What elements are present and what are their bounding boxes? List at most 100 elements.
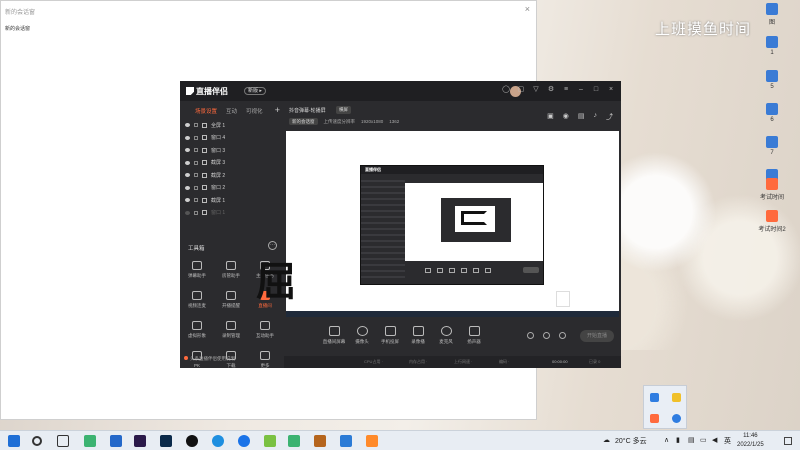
share-icon[interactable]: ⤴ (606, 112, 613, 122)
tool-room-admin[interactable]: 房管助手 (214, 261, 248, 279)
tool-video-link[interactable]: 视频连麦 (180, 291, 214, 309)
app-u-icon[interactable] (110, 435, 122, 447)
message-icon[interactable]: ◯ (502, 86, 510, 94)
eye-icon[interactable] (185, 185, 190, 190)
tool-record[interactable]: 录制管理 (214, 321, 248, 339)
lock-icon[interactable] (194, 173, 198, 178)
preview-canvas[interactable]: 屈 直播伴侣 (256, 131, 619, 317)
bell-icon[interactable]: ♪ (594, 112, 598, 122)
source-item[interactable]: 截屏 3 (180, 157, 284, 170)
shirt-icon[interactable]: ▽ (532, 86, 540, 94)
minimize-icon[interactable]: – (577, 86, 585, 94)
ime-indicator[interactable]: 英 (724, 436, 731, 446)
lock-icon[interactable] (194, 185, 198, 190)
desktop-icon-3[interactable]: 5 (759, 70, 785, 90)
scene-orientation-tag[interactable]: 横屏 (336, 106, 351, 114)
video-icon[interactable] (527, 332, 534, 339)
game-icon[interactable] (314, 435, 326, 447)
screen-capture-button[interactable]: 直播间屏幕 (320, 326, 348, 345)
gear-icon[interactable] (559, 332, 566, 339)
bag-icon[interactable]: ▤ (578, 112, 585, 122)
layout-icon[interactable]: ▣ (547, 112, 554, 122)
premiere-icon[interactable] (134, 435, 146, 447)
source-item[interactable]: 窗口 2 (180, 182, 284, 195)
eye-icon[interactable] (185, 135, 190, 140)
live-tray-icon[interactable] (650, 414, 659, 423)
source-item[interactable]: 窗口 3 (180, 144, 284, 157)
battery-icon[interactable]: ▮ (676, 436, 680, 444)
go-live-button[interactable]: 开始直播 (580, 330, 614, 342)
menu-icon[interactable]: ≡ (562, 86, 570, 94)
edge-icon[interactable] (212, 435, 224, 447)
tool-avatar[interactable]: 虚拟形象 (180, 321, 214, 339)
microphone-button[interactable]: 麦克风 (432, 326, 460, 345)
version-badge[interactable]: 新版 ▸ (244, 87, 266, 95)
lock-icon[interactable] (194, 160, 198, 165)
lock-icon[interactable] (194, 198, 198, 203)
source-item[interactable]: 窗口 4 (180, 132, 284, 145)
source-item[interactable]: 全屏 1 (180, 119, 284, 132)
lock-icon[interactable] (194, 148, 198, 153)
circle-icon[interactable] (543, 332, 550, 339)
task-view-icon[interactable] (57, 435, 69, 447)
eye-icon[interactable] (185, 123, 190, 128)
clock[interactable]: 11:46 2022/1/25 (737, 432, 764, 450)
tray-chevron-icon[interactable]: ∧ (664, 436, 669, 444)
desktop-icon-1[interactable]: 图 (759, 3, 785, 26)
close-icon[interactable]: × (607, 86, 615, 94)
video-play-button[interactable]: 录像播 (404, 326, 432, 345)
tab-interact[interactable]: 互动 (226, 107, 237, 117)
usage-notice[interactable]: 头条直播伴侣使用说明 (184, 356, 235, 362)
tool-more[interactable]: 更多 (248, 351, 282, 369)
wechat-icon[interactable] (84, 435, 96, 447)
tab-visual[interactable]: 可视化 (246, 107, 263, 117)
close-icon[interactable]: × (525, 4, 530, 14)
folder-icon[interactable]: ▭ (700, 436, 707, 444)
phone-cast-button[interactable]: 手机投屏 (376, 326, 404, 345)
tab-scene[interactable]: 场景设置 (195, 107, 217, 117)
network-icon[interactable]: ▤ (688, 436, 695, 444)
gift-icon[interactable]: ▢ (517, 86, 525, 94)
volume-icon[interactable]: ◀ (712, 436, 717, 444)
eye-icon[interactable] (185, 198, 190, 203)
search-icon[interactable] (32, 436, 42, 446)
maximize-icon[interactable]: □ (592, 86, 600, 94)
record-icon[interactable]: ◉ (563, 112, 569, 122)
speaker-button[interactable]: 扬声器 (460, 326, 488, 345)
lock-icon[interactable] (194, 135, 198, 140)
add-source-button[interactable]: + (275, 105, 280, 115)
eye-icon[interactable] (185, 173, 190, 178)
chat-app-icon[interactable] (288, 435, 300, 447)
browser-icon[interactable] (238, 435, 250, 447)
windows-start-icon[interactable] (8, 435, 20, 447)
eye-off-icon[interactable] (185, 210, 190, 215)
qq-tray-icon[interactable] (672, 414, 681, 423)
qq-icon[interactable] (186, 435, 198, 447)
source-item[interactable]: 窗口 1 (180, 207, 284, 220)
weather-text[interactable]: 20°C 多云 (615, 436, 647, 446)
desktop-icon-5[interactable]: 7 (759, 136, 785, 156)
photoshop-icon[interactable] (160, 435, 172, 447)
mail-icon[interactable] (340, 435, 352, 447)
upload-icon[interactable] (264, 435, 276, 447)
source-item[interactable]: 截屏 2 (180, 169, 284, 182)
desktop-icon-2[interactable]: 1 (759, 36, 785, 56)
tool-danmaku[interactable]: 弹幕助手 (180, 261, 214, 279)
live-companion-taskbar-icon[interactable] (366, 435, 378, 447)
source-item[interactable]: 截屏 1 (180, 194, 284, 207)
scene-chip[interactable]: 新的会话窗 (289, 118, 318, 125)
eye-icon[interactable] (185, 160, 190, 165)
tool-reminder[interactable]: 开播提醒 (214, 291, 248, 309)
desktop-icon-4[interactable]: 6 (759, 103, 785, 123)
bluetooth-icon[interactable] (650, 393, 659, 402)
lock-icon[interactable] (194, 123, 198, 128)
settings-icon[interactable]: ⚙ (547, 86, 555, 94)
desktop-icon-exam2[interactable]: 考试时间2 (755, 210, 789, 233)
camera-button[interactable]: 摄像头 (348, 326, 376, 345)
eye-icon[interactable] (185, 148, 190, 153)
app-tray-icon[interactable] (672, 393, 681, 402)
tool-interact[interactable]: 互动助手 (248, 321, 282, 339)
lock-icon[interactable] (194, 210, 198, 215)
notification-icon[interactable] (784, 437, 792, 445)
desktop-icon-exam[interactable]: 考试时间 (755, 178, 789, 201)
